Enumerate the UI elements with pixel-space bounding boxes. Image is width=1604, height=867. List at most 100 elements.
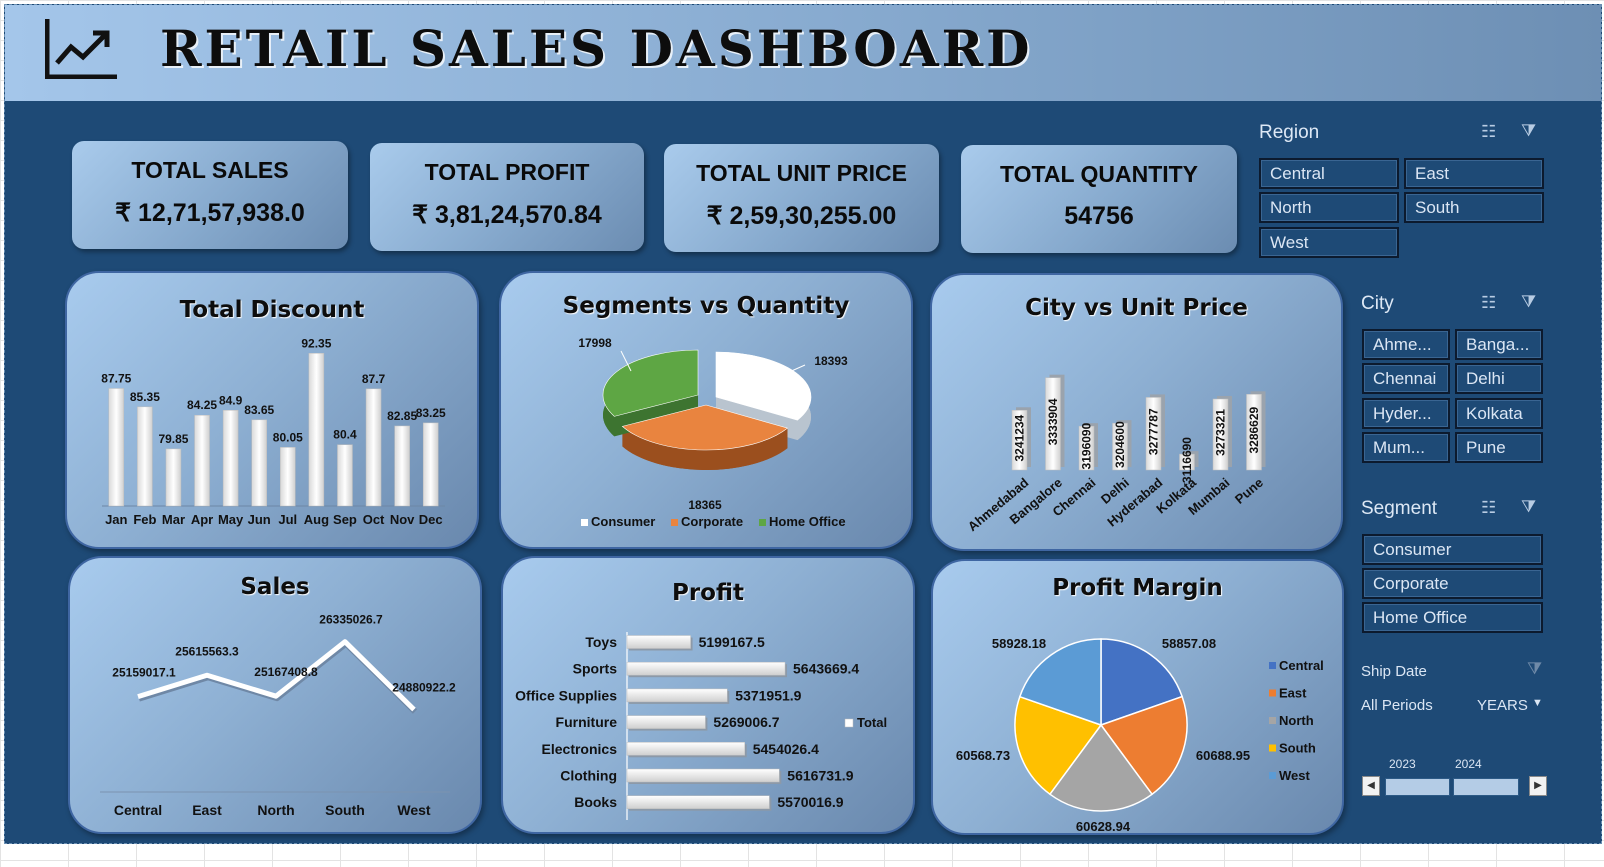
bar	[626, 795, 770, 809]
profit-margin-pie-chart: 58857.08 60688.95 60628.94 60568.73 58928.18…	[956, 636, 1324, 834]
tick-label: Jul	[278, 512, 297, 527]
tick-label: Oct	[363, 512, 385, 527]
legend-label: Corporate	[681, 514, 743, 529]
legend-label: Consumer	[591, 514, 655, 529]
tick-label: May	[218, 512, 244, 527]
timeline-bar-2023[interactable]	[1385, 778, 1450, 796]
tick-label: Electronics	[542, 741, 618, 757]
city-slicer-title: City	[1361, 293, 1394, 314]
legend-swatch	[1269, 717, 1276, 724]
clear-filter-icon[interactable]: ⧩	[1521, 292, 1536, 312]
kpi-card-total-sales: TOTAL SALES ₹ 12,71,57,938.0	[72, 141, 348, 249]
data-label: 3241234	[1013, 414, 1027, 461]
slicer-item-south[interactable]: South	[1404, 192, 1544, 223]
bar	[222, 410, 239, 507]
data-label: 5454026.4	[753, 741, 819, 757]
data-label: 84.25	[187, 398, 217, 412]
slicer-item-north[interactable]: North	[1259, 192, 1399, 223]
dashboard-header: RETAIL SALES DASHBOARD	[5, 5, 1601, 101]
slicer-item-ahmedabad[interactable]: Ahme...	[1362, 329, 1450, 360]
data-label: 87.75	[101, 371, 131, 385]
tick-label: Jun	[248, 512, 271, 527]
legend-label: East	[1279, 686, 1307, 701]
dropdown-arrow-icon[interactable]: ▼	[1532, 697, 1543, 709]
legend-swatch	[1269, 689, 1276, 697]
multi-select-icon[interactable]: ☷	[1481, 122, 1496, 142]
multi-select-icon[interactable]: ☷	[1481, 293, 1496, 313]
slicer-item-home-office[interactable]: Home Office	[1362, 602, 1543, 633]
slicer-item-corporate[interactable]: Corporate	[1362, 568, 1543, 599]
slicer-item-hyderabad[interactable]: Hyder...	[1362, 398, 1450, 429]
legend-label: South	[1279, 741, 1316, 756]
slicer-item-delhi[interactable]: Delhi	[1455, 363, 1543, 394]
data-label: 3204600	[1113, 421, 1127, 468]
chart-trend-icon	[45, 19, 117, 79]
tick-label: Aug	[304, 512, 329, 527]
tick-label: Apr	[191, 512, 213, 527]
data-label: 24880922.2	[392, 681, 456, 695]
slicer-item-chennai[interactable]: Chennai	[1362, 363, 1450, 394]
data-label: 60628.94	[1076, 819, 1131, 834]
timeline-period: All Periods	[1361, 697, 1433, 714]
chart-panel-sales: Sales 25159017.1 Central 25615563.3 East 251…	[68, 556, 482, 834]
tick-label: Books	[574, 794, 617, 810]
data-label: 5643669.4	[793, 661, 859, 677]
data-label: 60688.95	[1196, 748, 1250, 763]
tick-label: Office Supplies	[515, 687, 617, 703]
tick-label: Nov	[390, 512, 415, 527]
bar	[626, 742, 745, 756]
slicer-item-mumbai[interactable]: Mum...	[1362, 432, 1450, 463]
data-label: 80.05	[273, 430, 303, 444]
data-label: 85.35	[130, 390, 160, 404]
clear-filter-icon[interactable]: ⧩	[1527, 659, 1542, 679]
data-label: 18365	[688, 498, 722, 512]
kpi-card-total-quantity: TOTAL QUANTITY 54756	[961, 145, 1237, 253]
data-label: 3273321	[1214, 409, 1228, 456]
clear-filter-icon[interactable]: ⧩	[1521, 121, 1536, 141]
data-label: 5570016.9	[777, 794, 843, 810]
bar	[280, 447, 296, 507]
tick-label: Dec	[419, 512, 443, 527]
data-label: 60568.73	[956, 748, 1010, 763]
segments-pie-chart: 18393 18365 17998 Consumer Corporate Home Off…	[578, 336, 848, 529]
chart-panel-profit: Profit 5199167.5 Toys 5643669.4 Sports 53719…	[501, 556, 915, 834]
legend-swatch	[759, 519, 766, 526]
tick-label: Pune	[1232, 475, 1266, 507]
kpi-value: ₹ 12,71,57,938.0	[115, 199, 305, 227]
slicer-item-west[interactable]: West	[1259, 227, 1399, 258]
timeline-title: Ship Date	[1361, 663, 1427, 680]
dashboard-title: RETAIL SALES DASHBOARD	[160, 19, 1033, 78]
timeline-level-select[interactable]: YEARS	[1477, 697, 1528, 714]
slicer-item-consumer[interactable]: Consumer	[1362, 534, 1543, 565]
legend-swatch	[1269, 744, 1276, 752]
slicer-item-east[interactable]: East	[1404, 158, 1544, 189]
slicer-item-pune[interactable]: Pune	[1455, 432, 1543, 463]
scroll-left-icon[interactable]: ◀	[1362, 776, 1380, 796]
timeline-bar-2024[interactable]	[1453, 778, 1519, 796]
dashboard-canvas: RETAIL SALES DASHBOARD TOTAL SALES ₹ 12,…	[4, 4, 1602, 844]
legend-label: West	[1279, 768, 1310, 783]
data-label: 17998	[578, 336, 612, 350]
data-label: 83.65	[244, 403, 274, 417]
data-label: 5616731.9	[787, 768, 853, 784]
slicer-item-kolkata[interactable]: Kolkata	[1455, 398, 1543, 429]
slicer-item-central[interactable]: Central	[1259, 158, 1399, 189]
multi-select-icon[interactable]: ☷	[1481, 498, 1496, 518]
legend-label: Home Office	[769, 514, 846, 529]
tick-label: Furniture	[556, 714, 618, 730]
data-label: 82.85	[387, 409, 417, 423]
data-label: 26335026.7	[319, 613, 383, 627]
data-label: 83.25	[416, 406, 446, 420]
tick-label: Sports	[573, 661, 618, 677]
kpi-label: TOTAL PROFIT	[424, 159, 590, 185]
kpi-label: TOTAL UNIT PRICE	[696, 160, 907, 186]
tick-label: Feb	[133, 512, 156, 527]
tick-label: Toys	[585, 634, 617, 650]
legend-swatch	[671, 519, 678, 526]
scroll-right-icon[interactable]: ▶	[1529, 776, 1547, 796]
clear-filter-icon[interactable]: ⧩	[1521, 497, 1536, 517]
slicer-item-bangalore[interactable]: Banga...	[1455, 329, 1543, 360]
data-label: 5371951.9	[735, 687, 801, 703]
bar	[394, 425, 410, 507]
legend-swatch	[1269, 772, 1276, 779]
